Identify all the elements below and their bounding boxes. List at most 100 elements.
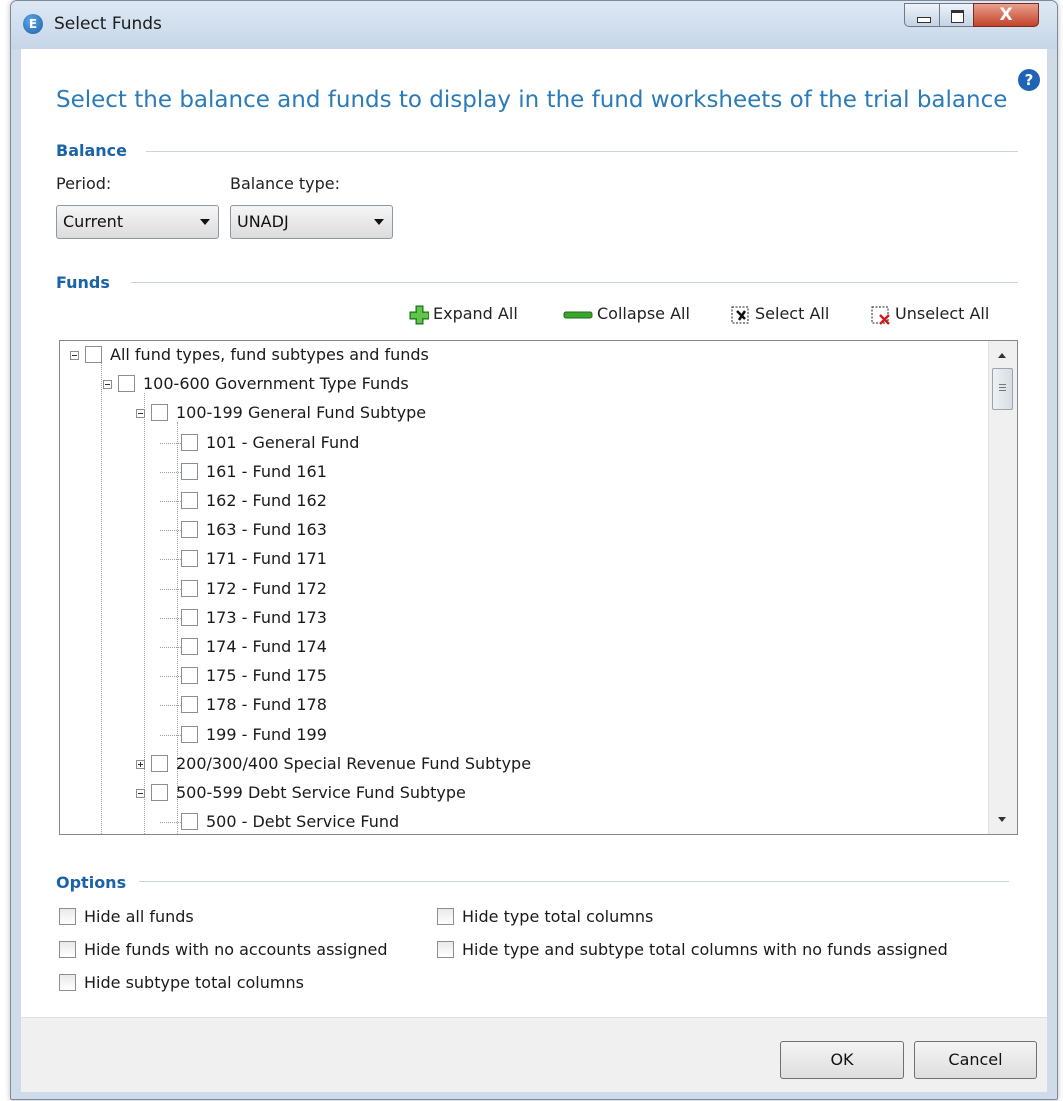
tree-node-checkbox[interactable] [181, 579, 198, 597]
tree-node-checkbox[interactable] [181, 725, 198, 743]
tree-node-label: 200/300/400 Special Revenue Fund Subtype [176, 753, 532, 773]
tree-node-checkbox[interactable] [181, 550, 198, 568]
close-icon: X [999, 5, 1013, 25]
tree-node-label: 175 - Fund 175 [206, 666, 327, 686]
balance-section-label: Balance [56, 141, 127, 160]
window-title: Select Funds [54, 14, 162, 34]
tree-node-label: 173 - Fund 173 [206, 607, 327, 627]
tree-node-label: 101 - General Fund [206, 432, 360, 452]
hide-type-subtype-no-funds-label: Hide type and subtype total columns with… [462, 940, 948, 959]
tree-node-label: 174 - Fund 174 [206, 637, 327, 656]
tree-branch-line [160, 676, 181, 678]
tree-node-label: 100-199 General Fund Subtype [176, 403, 427, 423]
help-icon[interactable]: ? [1018, 69, 1040, 91]
tree-branch-line [160, 705, 181, 707]
tree-node-checkbox[interactable] [181, 638, 198, 655]
minimize-icon [917, 17, 931, 23]
scroll-down-arrow-icon[interactable] [998, 817, 1006, 822]
chevron-down-icon [374, 219, 384, 225]
tree-node-checkbox[interactable] [181, 492, 198, 509]
select-all-label: Select All [755, 304, 830, 323]
funds-tree[interactable]: All fund types, fund subtypes and funds 1… [59, 340, 1018, 835]
minimize-button[interactable] [904, 3, 940, 27]
collapse-toggle-icon[interactable] [103, 380, 112, 390]
tree-node-checkbox[interactable] [181, 696, 198, 714]
select-all-icon [731, 306, 749, 324]
tree-node-checkbox[interactable] [151, 784, 168, 801]
hide-funds-no-accounts-checkbox[interactable] [59, 941, 76, 958]
close-button[interactable]: X [973, 3, 1039, 27]
collapse-toggle-icon[interactable] [136, 789, 145, 798]
tree-node-checkbox[interactable] [181, 813, 198, 831]
expand-plus-icon [409, 305, 429, 325]
tree-scrollbar[interactable] [988, 341, 1017, 834]
tree-branch-line [160, 822, 181, 824]
tree-node-label: All fund types, fund subtypes and funds [110, 345, 429, 364]
grip-icon [999, 384, 1006, 393]
expand-toggle-icon[interactable] [136, 759, 145, 769]
ok-button[interactable]: OK [780, 1041, 904, 1079]
hide-type-totals-label: Hide type total columns [462, 907, 654, 926]
tree-branch-line [160, 559, 181, 561]
tree-node-checkbox[interactable] [118, 375, 135, 393]
tree-node-checkbox[interactable] [85, 346, 102, 363]
tree-node-label: 100-600 Government Type Funds [143, 374, 409, 394]
funds-tree-items: All fund types, fund subtypes and funds 1… [60, 341, 980, 834]
tree-branch-line [160, 530, 181, 532]
collapse-minus-icon [563, 311, 593, 319]
tree-node-checkbox[interactable] [151, 754, 168, 772]
tree-node-label: 500 - Debt Service Fund [206, 812, 400, 832]
hide-all-funds-checkbox[interactable] [59, 908, 76, 925]
hide-type-totals-checkbox[interactable] [437, 908, 454, 925]
scroll-thumb[interactable] [992, 368, 1013, 410]
hide-subtype-totals-label: Hide subtype total columns [84, 973, 304, 992]
tree-branch-line [160, 588, 181, 590]
tree-guide-line [101, 363, 102, 834]
balance-type-select[interactable]: UNADJ [230, 205, 393, 239]
tree-branch-line [160, 647, 181, 648]
tree-branch-line [160, 617, 181, 619]
tree-node-checkbox[interactable] [151, 404, 168, 422]
balance-type-select-value: UNADJ [237, 212, 289, 231]
funds-section-label: Funds [56, 273, 110, 292]
tree-branch-line [160, 471, 181, 473]
tree-node-checkbox[interactable] [181, 433, 198, 451]
hide-subtype-totals-checkbox[interactable] [59, 974, 76, 991]
dialog-footer: OK Cancel [21, 1017, 1047, 1092]
balance-type-label: Balance type: [230, 174, 341, 193]
unselect-all-label: Unselect All [895, 304, 990, 323]
tree-node-label: 500-599 Debt Service Fund Subtype [176, 783, 466, 802]
collapse-toggle-icon[interactable] [70, 351, 79, 360]
title-bar: E Select Funds X [11, 1, 1057, 49]
tree-guide-line [177, 422, 178, 834]
tree-node-label: 162 - Fund 162 [206, 491, 327, 510]
tree-branch-line [160, 442, 181, 444]
app-icon: E [23, 14, 43, 34]
tree-node-label: 199 - Fund 199 [206, 724, 327, 744]
maximize-icon [951, 10, 964, 23]
tree-node-label: 163 - Fund 163 [206, 520, 327, 540]
cancel-button[interactable]: Cancel [914, 1041, 1037, 1079]
hide-all-funds-label: Hide all funds [84, 907, 194, 926]
unselect-all-icon [871, 306, 890, 325]
select-funds-dialog: E Select Funds X ? Select the balance an… [10, 0, 1058, 1100]
options-section-label: Options [56, 873, 127, 892]
period-select[interactable]: Current [56, 205, 219, 239]
hide-type-subtype-no-funds-checkbox[interactable] [437, 941, 454, 958]
expand-all-label: Expand All [433, 304, 518, 323]
tree-node-checkbox[interactable] [181, 667, 198, 685]
balance-divider [146, 151, 1018, 152]
tree-node-checkbox[interactable] [181, 608, 198, 626]
period-label: Period: [56, 174, 112, 193]
hide-funds-no-accounts-label: Hide funds with no accounts assigned [84, 940, 388, 959]
funds-divider [131, 282, 1018, 283]
tree-node-label: 171 - Fund 171 [206, 549, 327, 569]
collapse-toggle-icon[interactable] [136, 409, 145, 419]
dialog-heading: Select the balance and funds to display … [56, 87, 1008, 113]
scroll-up-arrow-icon[interactable] [998, 353, 1006, 358]
tree-node-checkbox[interactable] [181, 462, 198, 480]
tree-node-label: 161 - Fund 161 [206, 461, 327, 481]
tree-node-checkbox[interactable] [181, 521, 198, 539]
tree-branch-line [160, 501, 181, 502]
maximize-button[interactable] [939, 3, 974, 27]
